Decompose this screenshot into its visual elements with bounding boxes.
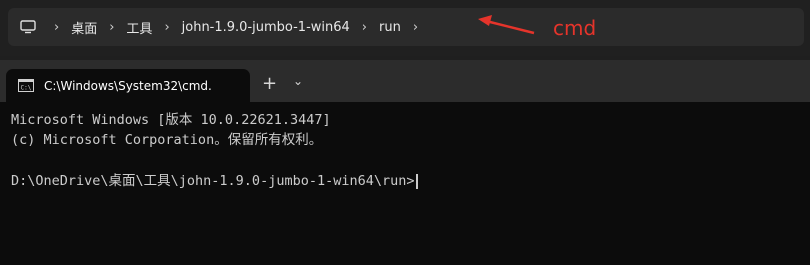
chevron-right-icon[interactable]: › bbox=[164, 20, 169, 35]
prompt-text: D:\OneDrive\桌面\工具\john-1.9.0-jumbo-1-win… bbox=[11, 173, 415, 189]
tab-title: C:\Windows\System32\cmd.e bbox=[44, 78, 212, 93]
breadcrumb-desktop[interactable]: 桌面 bbox=[71, 18, 97, 37]
svg-text:C:\: C:\ bbox=[21, 85, 32, 92]
console-prompt[interactable]: D:\OneDrive\桌面\工具\john-1.9.0-jumbo-1-win… bbox=[11, 169, 418, 189]
annotation-arrow-icon bbox=[478, 15, 535, 35]
breadcrumb-run[interactable]: run bbox=[379, 20, 401, 35]
chevron-right-icon[interactable]: › bbox=[54, 20, 59, 35]
console-line: Microsoft Windows [版本 10.0.22621.3447] bbox=[11, 112, 331, 128]
terminal-tabstrip: C:\ C:\Windows\System32\cmd.e + ⌄ bbox=[0, 60, 810, 102]
chevron-right-icon[interactable]: › bbox=[362, 20, 367, 35]
new-tab-button[interactable]: + bbox=[262, 75, 277, 93]
explorer-address-region: › 桌面 › 工具 › john-1.9.0-jumbo-1-win64 › r… bbox=[0, 0, 810, 56]
breadcrumb-john-folder[interactable]: john-1.9.0-jumbo-1-win64 bbox=[182, 20, 350, 35]
terminal-window: C:\ C:\Windows\System32\cmd.e + ⌄ Micros… bbox=[0, 60, 810, 265]
chevron-right-icon[interactable]: › bbox=[109, 20, 114, 35]
console-output[interactable]: Microsoft Windows [版本 10.0.22621.3447] (… bbox=[0, 102, 810, 265]
chevron-down-icon[interactable]: ⌄ bbox=[293, 74, 303, 88]
breadcrumb-tools[interactable]: 工具 bbox=[126, 18, 152, 37]
chevron-right-icon[interactable]: › bbox=[413, 20, 418, 35]
address-bar[interactable]: › 桌面 › 工具 › john-1.9.0-jumbo-1-win64 › r… bbox=[8, 8, 804, 46]
cmd-icon: C:\ bbox=[18, 79, 34, 92]
computer-icon[interactable] bbox=[20, 20, 36, 34]
tab-cmd[interactable]: C:\ C:\Windows\System32\cmd.e bbox=[6, 69, 250, 102]
console-line: (c) Microsoft Corporation。保留所有权利。 bbox=[11, 132, 323, 148]
annotation-label: cmd bbox=[553, 16, 597, 40]
text-cursor bbox=[415, 173, 418, 189]
